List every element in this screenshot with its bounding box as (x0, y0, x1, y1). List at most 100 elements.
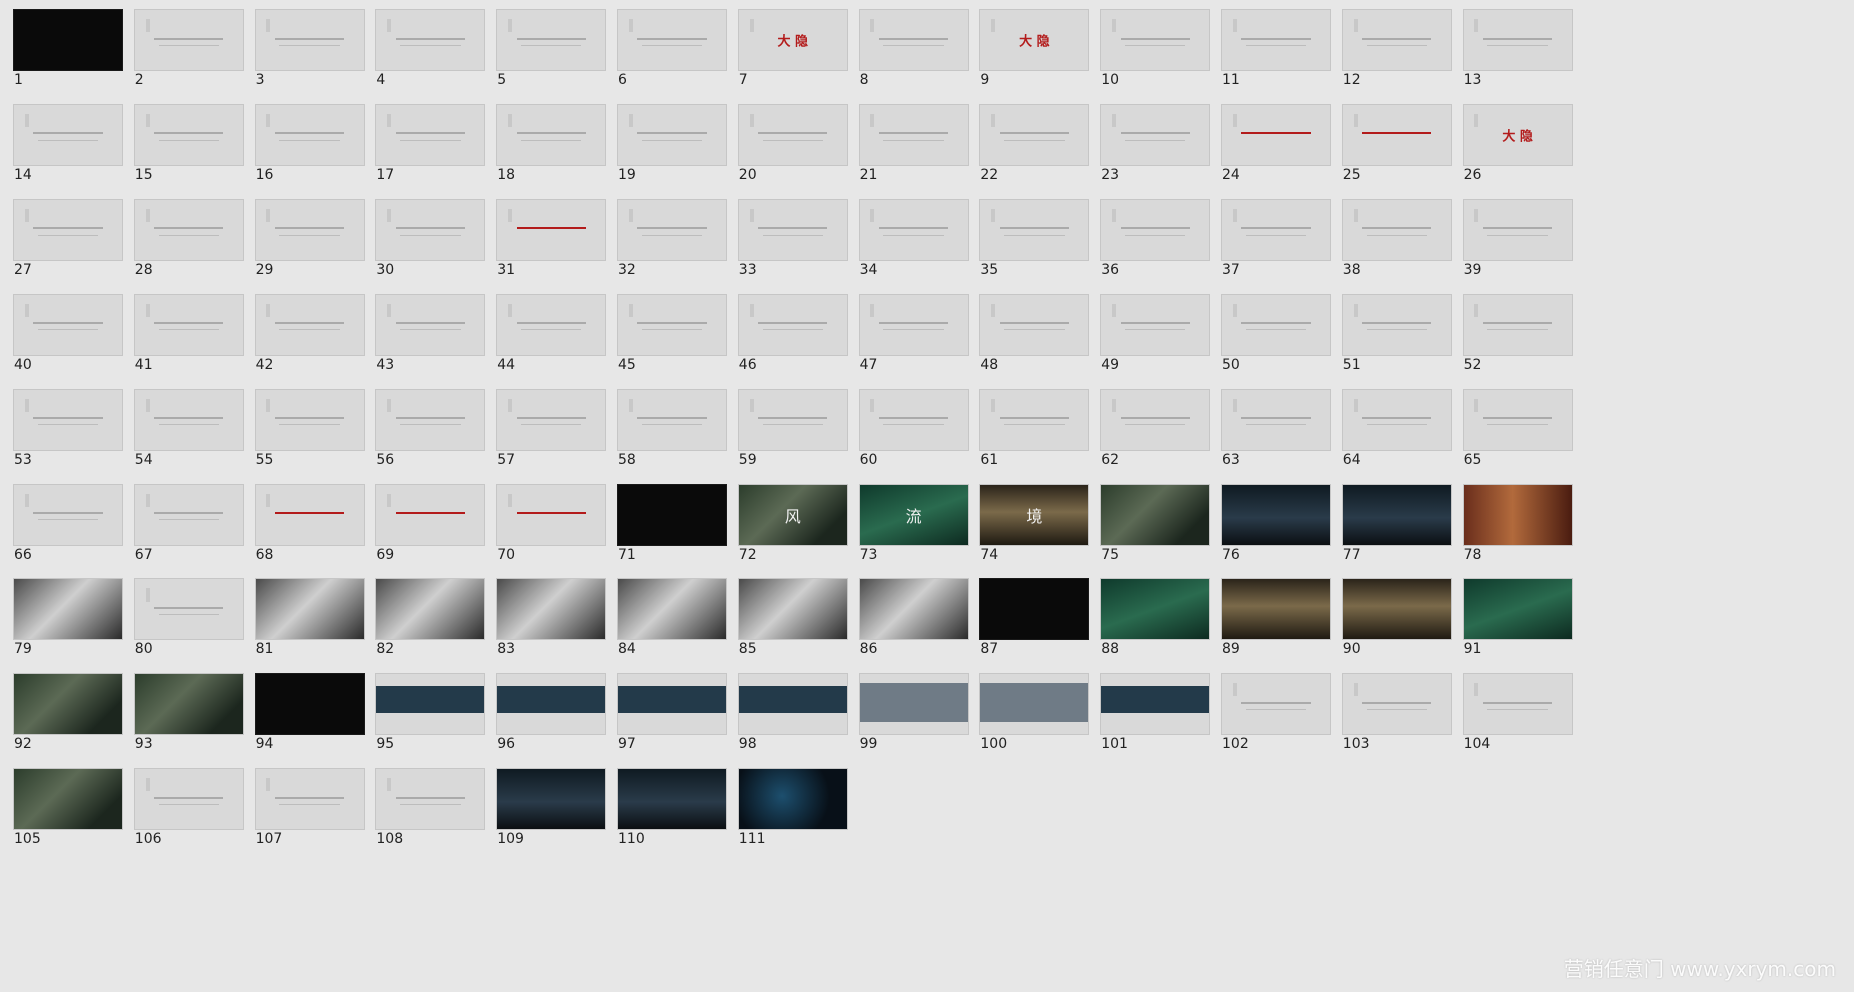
slide-preview-image[interactable] (1342, 294, 1451, 355)
slide-preview-image[interactable] (134, 10, 243, 70)
slide-preview-image[interactable] (618, 579, 726, 640)
slide-preview-image[interactable] (859, 674, 968, 735)
slide-preview-image[interactable] (376, 104, 485, 165)
slide-preview-image[interactable] (1101, 199, 1210, 260)
slide-preview-image[interactable] (14, 579, 122, 640)
slide-preview-image[interactable] (1101, 104, 1210, 165)
slide-preview-image[interactable] (1222, 294, 1330, 355)
slide-preview-image[interactable] (618, 199, 726, 260)
slide-preview-image[interactable] (618, 769, 726, 830)
slide-preview-image[interactable] (376, 579, 485, 640)
slide-preview-image[interactable] (376, 199, 485, 260)
slide-preview-image[interactable] (14, 674, 122, 735)
slide-preview-image[interactable] (497, 484, 606, 545)
slide-preview-image[interactable] (14, 10, 122, 70)
slide-preview-image[interactable] (1463, 389, 1572, 450)
slide-preview-image[interactable] (1222, 389, 1330, 450)
slide-preview-image[interactable] (1342, 10, 1451, 70)
slide-preview-image[interactable] (1222, 579, 1330, 640)
slide-preview-image[interactable] (1101, 674, 1210, 735)
slide-preview-image[interactable] (255, 769, 364, 830)
slide-preview-image[interactable] (980, 104, 1089, 165)
slide-preview-image[interactable] (255, 294, 364, 355)
slide-preview-image[interactable] (1463, 579, 1572, 640)
slide-preview-image[interactable] (618, 10, 726, 70)
slide-preview-image[interactable] (618, 484, 726, 545)
slide-preview-image[interactable] (14, 484, 122, 545)
slide-preview-image[interactable] (1342, 484, 1451, 545)
slide-preview-image[interactable] (376, 389, 485, 450)
slide-preview-image[interactable] (1342, 579, 1451, 640)
slide-preview-image[interactable] (255, 579, 364, 640)
slide-preview-image[interactable] (618, 294, 726, 355)
slide-preview-image[interactable] (497, 769, 606, 830)
slide-preview-image[interactable] (134, 104, 243, 165)
slide-preview-image[interactable] (1101, 10, 1210, 70)
slide-preview-image[interactable] (134, 199, 243, 260)
slide-preview-image[interactable] (859, 294, 968, 355)
slide-preview-image[interactable] (497, 199, 606, 260)
slide-preview-image[interactable] (376, 10, 485, 70)
slide-preview-image[interactable] (376, 769, 485, 830)
slide-preview-image[interactable] (1463, 484, 1572, 545)
slide-preview-image[interactable] (738, 104, 847, 165)
slide-preview-image[interactable] (859, 389, 968, 450)
slide-preview-image[interactable]: 流 (859, 484, 968, 545)
slide-preview-image[interactable] (859, 199, 968, 260)
slide-preview-image[interactable] (738, 199, 847, 260)
slide-preview-image[interactable] (14, 769, 122, 830)
slide-preview-image[interactable] (1342, 674, 1451, 735)
slide-preview-image[interactable] (255, 199, 364, 260)
slide-preview-image[interactable] (859, 579, 968, 640)
slide-preview-image[interactable] (738, 389, 847, 450)
slide-preview-image[interactable] (1222, 199, 1330, 260)
slide-preview-image[interactable] (255, 10, 364, 70)
slide-preview-image[interactable] (1101, 484, 1210, 545)
slide-preview-image[interactable] (1222, 10, 1330, 70)
slide-preview-image[interactable] (859, 104, 968, 165)
slide-preview-image[interactable] (980, 294, 1089, 355)
slide-preview-image[interactable] (738, 294, 847, 355)
slide-preview-image[interactable] (14, 389, 122, 450)
slide-preview-image[interactable] (618, 674, 726, 735)
slide-preview-image[interactable] (1222, 484, 1330, 545)
slide-preview-image[interactable]: 大 隐 (980, 10, 1089, 70)
slide-thumbnail[interactable]: 104 (1463, 674, 1606, 786)
slide-preview-image[interactable] (497, 389, 606, 450)
slide-preview-image[interactable] (255, 484, 364, 545)
slide-preview-image[interactable] (497, 579, 606, 640)
slide-preview-image[interactable] (980, 199, 1089, 260)
slide-preview-image[interactable] (134, 674, 243, 735)
slide-preview-image[interactable] (134, 389, 243, 450)
slide-preview-image[interactable] (1463, 674, 1572, 735)
slide-preview-image[interactable] (497, 674, 606, 735)
slide-preview-image[interactable] (738, 674, 847, 735)
slide-preview-image[interactable] (859, 10, 968, 70)
slide-preview-image[interactable] (376, 294, 485, 355)
slide-preview-image[interactable] (376, 674, 485, 735)
slide-preview-image[interactable] (497, 104, 606, 165)
slide-preview-image[interactable] (980, 674, 1089, 735)
slide-preview-image[interactable] (134, 294, 243, 355)
slide-preview-image[interactable]: 风 (738, 484, 847, 545)
slide-preview-image[interactable] (1463, 10, 1572, 70)
slide-preview-image[interactable] (1463, 199, 1572, 260)
slide-preview-image[interactable] (1342, 199, 1451, 260)
slide-preview-image[interactable] (497, 294, 606, 355)
slide-preview-image[interactable] (980, 389, 1089, 450)
slide-preview-image[interactable]: 大 隐 (738, 10, 847, 70)
slide-preview-image[interactable] (134, 579, 243, 640)
slide-preview-image[interactable] (255, 674, 364, 735)
slide-preview-image[interactable] (255, 389, 364, 450)
slide-preview-image[interactable] (14, 294, 122, 355)
slide-thumbnail[interactable]: 111 (738, 769, 881, 881)
slide-preview-image[interactable] (738, 769, 847, 830)
slide-preview-image[interactable] (1222, 674, 1330, 735)
slide-preview-image[interactable] (14, 199, 122, 260)
slide-preview-image[interactable] (1101, 294, 1210, 355)
slide-preview-image[interactable] (497, 10, 606, 70)
slide-preview-image[interactable] (618, 389, 726, 450)
slide-preview-image[interactable] (134, 769, 243, 830)
slide-preview-image[interactable] (1342, 104, 1451, 165)
slide-preview-image[interactable] (1222, 104, 1330, 165)
